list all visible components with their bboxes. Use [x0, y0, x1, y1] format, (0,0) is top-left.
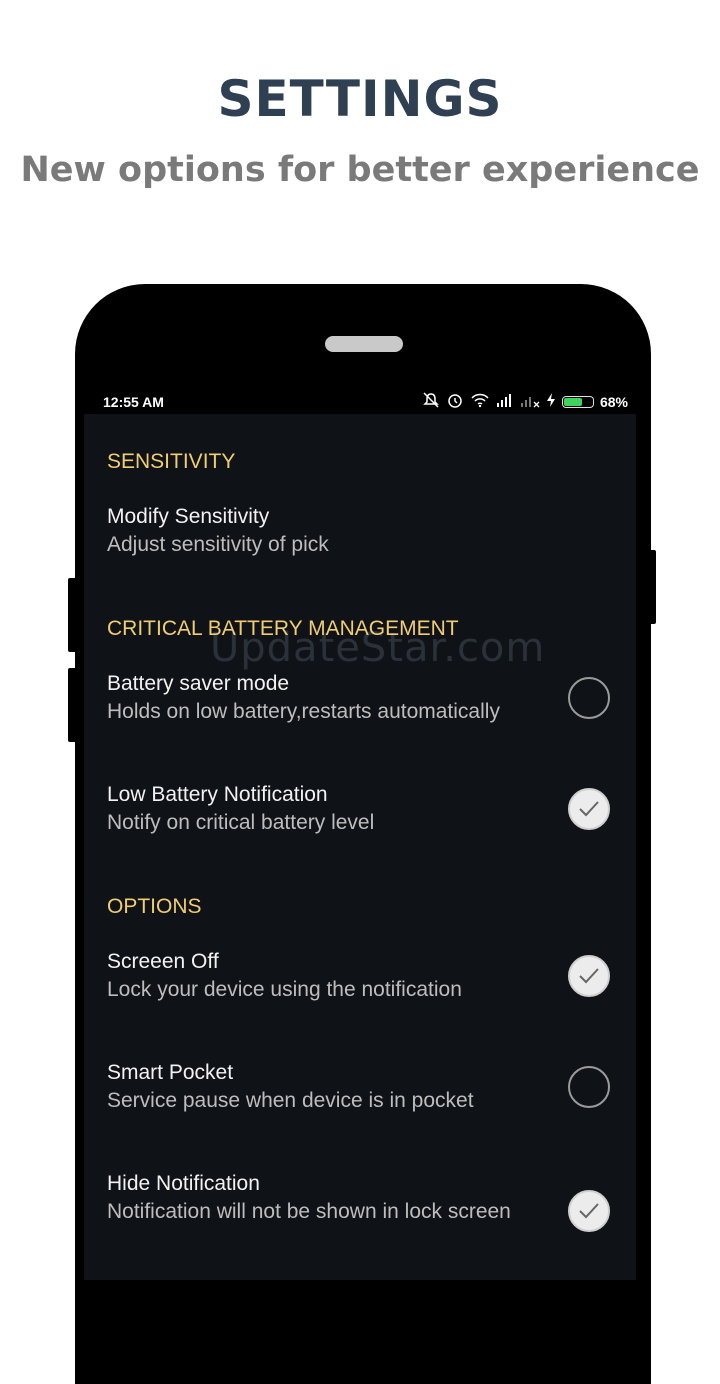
pref-modify-sensitivity[interactable]: Modify Sensitivity Adjust sensitivity of… [107, 503, 617, 559]
section-header-sensitivity: SENSITIVITY [107, 450, 236, 473]
check-icon [579, 801, 599, 817]
charging-icon [546, 392, 556, 411]
status-icons: 68% [422, 392, 628, 411]
battery-icon [561, 395, 594, 408]
signal-icon [496, 392, 514, 411]
pref-summary: Notify on critical battery level [107, 811, 375, 834]
pref-title: Hide Notification [107, 1172, 260, 1195]
hide-notification-checkbox[interactable] [568, 1190, 610, 1232]
check-icon [579, 1203, 599, 1219]
section-header-options: OPTIONS [107, 895, 202, 918]
pref-summary: Holds on low battery,restarts automatica… [107, 700, 500, 723]
pref-smart-pocket[interactable]: Smart Pocket Service pause when device i… [107, 1059, 617, 1115]
battery-percent: 68% [599, 393, 628, 410]
pref-summary: Service pause when device is in pocket [107, 1089, 474, 1112]
volume-up-button [68, 578, 78, 652]
volume-down-button [68, 668, 78, 742]
check-icon [579, 968, 599, 984]
smart-pocket-checkbox[interactable] [568, 1066, 610, 1108]
status-time: 12:55 AM [103, 394, 164, 410]
pref-low-battery[interactable]: Low Battery Notification Notify on criti… [107, 781, 617, 837]
pref-title: Screeen Off [107, 950, 219, 973]
status-bar: 12:55 AM 68% [84, 390, 636, 414]
pref-summary: Adjust sensitivity of pick [107, 533, 329, 556]
pref-summary: Notification will not be shown in lock s… [107, 1200, 511, 1223]
mute-icon [422, 392, 440, 411]
pref-title: Modify Sensitivity [107, 505, 270, 528]
pref-title: Low Battery Notification [107, 783, 328, 806]
signal-no-service-icon [520, 392, 540, 411]
promo-subtitle: New options for better experience [20, 150, 700, 190]
phone-speaker [325, 336, 403, 352]
wifi-icon [470, 392, 490, 411]
battery-fill [563, 397, 583, 406]
promo-title: SETTINGS [217, 70, 503, 128]
alarm-icon [446, 392, 464, 411]
pref-summary: Lock your device using the notification [107, 978, 462, 1001]
pref-title: Smart Pocket [107, 1061, 234, 1084]
settings-screen: UpdateStar.com SENSITIVITY Modify Sensit… [84, 414, 636, 1280]
pref-hide-notification[interactable]: Hide Notification Notification will not … [107, 1170, 517, 1226]
battery-saver-checkbox[interactable] [568, 677, 610, 719]
screen-off-checkbox[interactable] [568, 955, 610, 997]
pref-title: Battery saver mode [107, 672, 290, 695]
low-battery-checkbox[interactable] [568, 788, 610, 830]
power-button [646, 550, 656, 624]
section-header-battery: CRITICAL BATTERY MANAGEMENT [107, 617, 459, 640]
pref-screen-off[interactable]: Screeen Off Lock your device using the n… [107, 948, 617, 1004]
pref-battery-saver[interactable]: Battery saver mode Holds on low battery,… [107, 670, 617, 726]
